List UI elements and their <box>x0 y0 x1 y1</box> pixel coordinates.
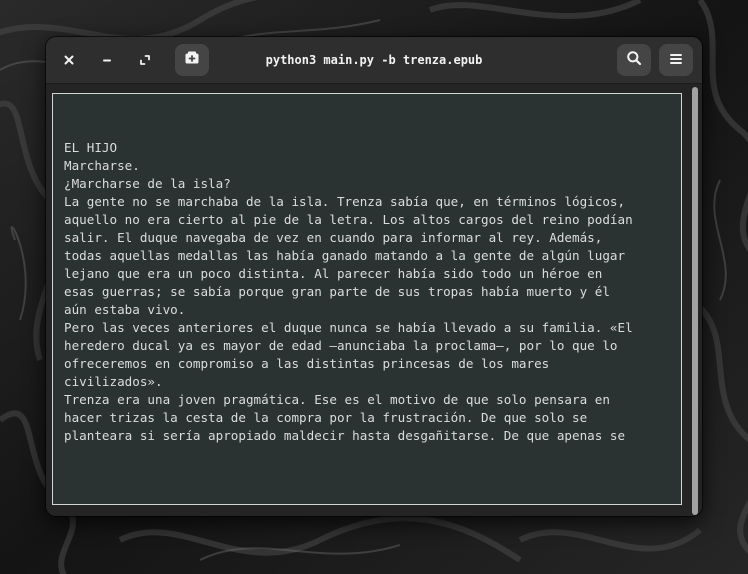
terminal-line: ¿Marcharse de la isla? <box>64 176 231 191</box>
terminal-line: heredero ducal ya es mayor de edad —anun… <box>64 338 618 353</box>
terminal-line: Pero las veces anteriores el duque nunca… <box>64 320 633 335</box>
new-tab-button[interactable] <box>175 44 209 76</box>
terminal-line: Marcharse. <box>64 158 140 173</box>
terminal-line: planteara si sería apropiado maldecir ha… <box>64 428 626 443</box>
window-title: python3 main.py -b trenza.epub <box>265 53 483 67</box>
main-menu-button[interactable] <box>659 44 693 76</box>
new-tab-icon <box>184 50 200 70</box>
maximize-button[interactable] <box>131 46 159 74</box>
search-icon <box>626 50 642 70</box>
search-button[interactable] <box>617 44 651 76</box>
terminal-line: hacer trizas la cesta de la compra por l… <box>64 410 588 425</box>
terminal-line: aquello no era cierto al pie de la letra… <box>64 212 633 227</box>
terminal-line: ofreceremos en compromiso a las distinta… <box>64 356 550 371</box>
headerbar: python3 main.py -b trenza.epub <box>46 37 702 84</box>
terminal-view[interactable]: EL HIJO Marcharse. ¿Marcharse de la isla? L… <box>52 93 682 505</box>
minimize-icon <box>101 51 113 70</box>
terminal-line: esas guerras; se sabía porque gran parte… <box>64 284 610 299</box>
hamburger-menu-icon <box>669 51 683 70</box>
terminal-line: aún estaba vivo. <box>64 302 186 317</box>
terminal-text: EL HIJO Marcharse. ¿Marcharse de la isla? L… <box>64 139 676 445</box>
minimize-button[interactable] <box>93 46 121 74</box>
scrollbar[interactable] <box>692 87 698 515</box>
scrollbar-thumb[interactable] <box>692 87 698 515</box>
terminal-line: civilizados». <box>64 374 163 389</box>
maximize-icon <box>139 51 151 70</box>
terminal-line: lejano que era un poco distinta. Al pare… <box>64 266 603 281</box>
terminal-line: Trenza era una joven pragmática. Ese es … <box>64 392 610 407</box>
terminal-line: salir. El duque navegaba de vez en cuand… <box>64 230 603 245</box>
terminal-line: La gente no se marchaba de la isla. Tren… <box>64 194 626 209</box>
close-icon <box>63 51 75 70</box>
close-button[interactable] <box>55 46 83 74</box>
terminal-content: EL HIJO Marcharse. ¿Marcharse de la isla? L… <box>46 84 702 516</box>
terminal-window: python3 main.py -b trenza.epub EL HIJO Ma… <box>46 37 702 516</box>
terminal-line: EL HIJO <box>64 140 118 155</box>
terminal-line: todas aquellas medallas las había ganado… <box>64 248 626 263</box>
